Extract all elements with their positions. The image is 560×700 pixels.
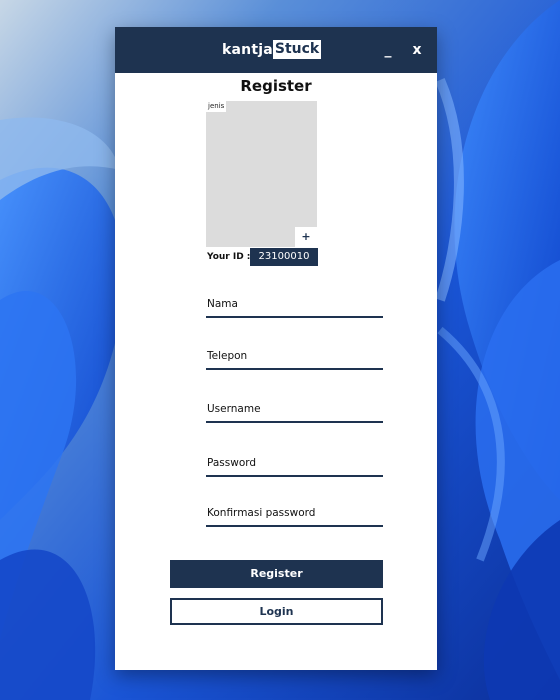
page-title: Register bbox=[240, 77, 312, 95]
logo-text-part2: Stuck bbox=[272, 40, 322, 59]
title-bar[interactable]: kantja Stuck _ x bbox=[115, 27, 437, 73]
minimize-button[interactable]: _ bbox=[379, 40, 397, 60]
user-id-value: 23100010 bbox=[250, 248, 318, 266]
nama-field-label: Nama bbox=[207, 298, 238, 310]
password-field[interactable]: Password bbox=[206, 451, 383, 477]
close-button[interactable]: x bbox=[408, 40, 426, 60]
photo-tag: jenis bbox=[206, 101, 227, 112]
password-field-label: Password bbox=[207, 457, 257, 469]
telepon-field[interactable]: Telepon bbox=[206, 344, 383, 370]
add-photo-button[interactable]: + bbox=[295, 227, 317, 247]
profile-photo-box: jenis + bbox=[206, 101, 317, 247]
confirm-password-field[interactable]: Konfirmasi password bbox=[206, 501, 383, 527]
username-field[interactable]: Username bbox=[206, 397, 383, 423]
register-window: kantja Stuck _ x Register jenis + Your I… bbox=[115, 27, 437, 670]
logo-text-part1: kantja bbox=[222, 41, 273, 58]
nama-field[interactable]: Nama bbox=[206, 292, 383, 318]
telepon-field-label: Telepon bbox=[207, 350, 248, 362]
register-button[interactable]: Register bbox=[170, 560, 383, 588]
app-logo: kantja Stuck bbox=[222, 40, 322, 59]
user-id-label: Your ID : bbox=[207, 252, 251, 262]
username-field-label: Username bbox=[207, 403, 261, 415]
login-button[interactable]: Login bbox=[170, 598, 383, 625]
confirm-password-field-label: Konfirmasi password bbox=[207, 507, 316, 519]
